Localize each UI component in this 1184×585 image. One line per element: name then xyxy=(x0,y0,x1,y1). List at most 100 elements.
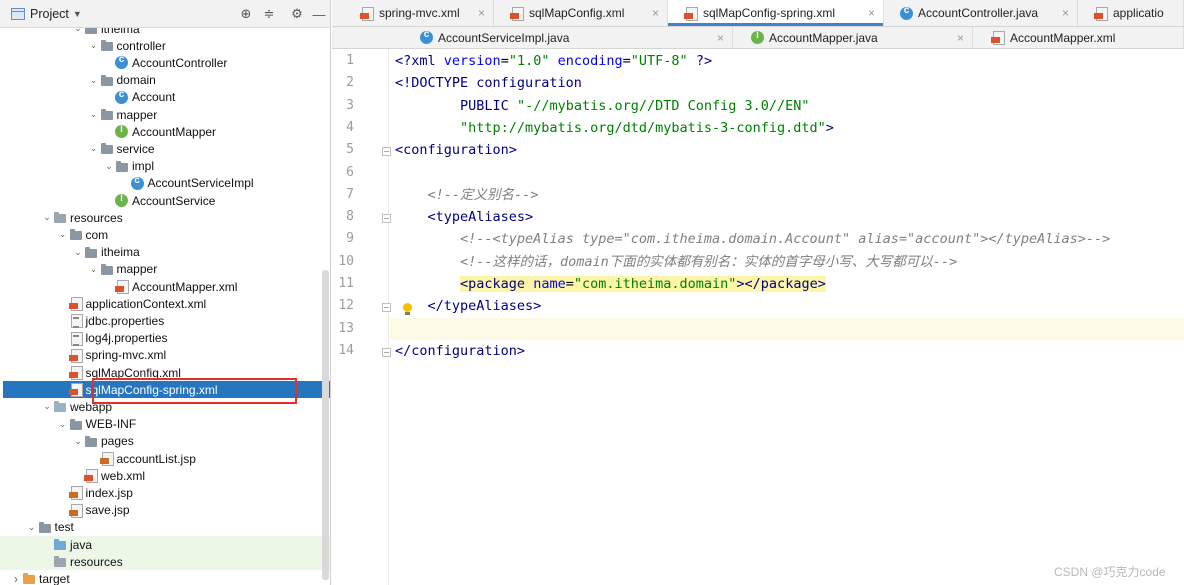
editor-tab[interactable]: AccountController.java × xyxy=(884,0,1078,26)
tree-item[interactable]: jdbc.properties xyxy=(0,312,330,329)
chevron-down-icon[interactable]: ⌄ xyxy=(88,264,100,275)
editor-tab[interactable]: sqlMapConfig-spring.xml × xyxy=(668,0,884,26)
tree-item[interactable]: AccountController xyxy=(0,54,330,71)
line-number: 12 xyxy=(338,298,354,314)
tree-item[interactable]: ⌄ webapp xyxy=(0,398,330,415)
tree-item-label: mapper xyxy=(116,262,158,277)
tab-label: AccountServiceImpl.java xyxy=(438,30,570,45)
tree-item[interactable]: ⌄ resources xyxy=(0,209,330,226)
tree-item[interactable]: ⌄ mapper xyxy=(0,106,330,123)
xml-file-icon xyxy=(510,6,524,21)
collapse-all-icon[interactable]: ≑ xyxy=(261,6,277,22)
tree-item-label: domain xyxy=(116,73,156,88)
editor-tab[interactable]: sqlMapConfig.xml × xyxy=(494,0,668,26)
chevron-down-icon[interactable]: ▼ xyxy=(73,9,82,19)
tree-item[interactable]: sqlMapConfig-spring.xml xyxy=(3,381,330,399)
tree-item[interactable]: Account xyxy=(0,89,330,106)
project-view-icon xyxy=(11,7,25,20)
chevron-down-icon[interactable]: ⌄ xyxy=(57,419,69,430)
class-icon xyxy=(130,175,144,190)
chevron-down-icon[interactable]: ⌄ xyxy=(57,229,69,240)
editor-tab[interactable]: applicatio xyxy=(1078,0,1184,26)
code-line[interactable]: <package name="com.itheima.domain"></pac… xyxy=(395,273,826,295)
code-line[interactable]: </configuration> xyxy=(395,340,525,362)
code-line[interactable]: <typeAliases> xyxy=(395,206,534,228)
code-line[interactable]: <!--定义别名--> xyxy=(395,184,539,206)
tree-item[interactable]: ⌄ mapper xyxy=(0,261,330,278)
chevron-down-icon[interactable]: ⌄ xyxy=(72,436,84,447)
code-line[interactable]: PUBLIC "-//mybatis.org//DTD Config 3.0//… xyxy=(395,95,810,117)
tree-item[interactable]: resources xyxy=(0,553,330,571)
chevron-down-icon[interactable]: ⌄ xyxy=(88,143,100,154)
tree-item[interactable]: ⌄ service xyxy=(0,140,330,157)
jsp-file-icon xyxy=(68,486,83,501)
tree-item[interactable]: AccountService xyxy=(0,192,330,209)
folder-icon xyxy=(69,418,83,431)
chevron-down-icon[interactable]: ⌄ xyxy=(26,522,38,533)
code-line[interactable]: <configuration> xyxy=(395,139,517,161)
editor-tab[interactable]: AccountMapper.java × xyxy=(733,27,973,48)
properties-file-icon xyxy=(69,314,83,329)
chevron-down-icon[interactable]: ⌄ xyxy=(103,161,115,172)
tree-item[interactable]: ⌄ com xyxy=(0,226,330,243)
tree-item[interactable]: ⌄ itheima xyxy=(0,244,330,261)
locate-icon[interactable]: ⊕ xyxy=(238,6,254,22)
tree-item[interactable]: ⌄ controller xyxy=(0,37,330,54)
close-icon[interactable]: × xyxy=(868,6,875,20)
xml-file-icon xyxy=(68,383,83,398)
tree-item[interactable]: ⌄ domain xyxy=(0,72,330,89)
tree-item[interactable]: applicationContext.xml xyxy=(0,295,330,312)
editor-tabs-row-1: spring-mvc.xml × sqlMapConfig.xml × sqlMapCo… xyxy=(332,0,1184,27)
tree-item[interactable]: ⌄ WEB-INF xyxy=(0,416,330,433)
tree-item[interactable]: ⌄ test xyxy=(0,519,330,536)
close-icon[interactable]: × xyxy=(717,31,724,45)
tree-item[interactable]: spring-mvc.xml xyxy=(0,347,330,364)
tree-item[interactable]: AccountServiceImpl xyxy=(0,175,330,192)
close-icon[interactable]: × xyxy=(1062,6,1069,20)
chevron-down-icon[interactable]: ⌄ xyxy=(72,247,84,258)
tree-item[interactable]: AccountMapper.xml xyxy=(0,278,330,295)
xml-file-icon xyxy=(991,31,1005,45)
code-line[interactable]: <!DOCTYPE configuration xyxy=(395,72,582,94)
close-icon[interactable]: × xyxy=(652,6,659,20)
chevron-down-icon[interactable]: ⌄ xyxy=(88,109,100,120)
tree-item[interactable]: AccountMapper xyxy=(0,123,330,140)
chevron-down-icon[interactable]: ⌄ xyxy=(88,40,100,51)
gear-icon[interactable]: ⚙ xyxy=(289,6,305,22)
chevron-down-icon[interactable]: ⌄ xyxy=(41,212,53,223)
tree-item-label: WEB-INF xyxy=(85,417,137,432)
tree-item[interactable]: sqlMapConfig.xml xyxy=(0,364,330,381)
tree-item[interactable]: ⌄ impl xyxy=(0,158,330,175)
editor-tab[interactable]: spring-mvc.xml × xyxy=(344,0,494,26)
chevron-down-icon[interactable]: ⌄ xyxy=(41,401,53,412)
editor-tab[interactable]: AccountMapper.xml xyxy=(973,27,1184,48)
tree-item[interactable]: index.jsp xyxy=(0,484,330,501)
close-icon[interactable]: × xyxy=(478,6,485,20)
close-icon[interactable]: × xyxy=(957,31,964,45)
project-header: Project ▼ ⊕ ≑ ⚙ — xyxy=(0,0,330,28)
tree-item[interactable]: web.xml xyxy=(0,467,330,484)
tree-item[interactable]: log4j.properties xyxy=(0,330,330,347)
chevron-down-icon[interactable]: ⌄ xyxy=(88,75,100,86)
project-scrollbar[interactable] xyxy=(322,270,329,580)
folder-icon xyxy=(100,74,114,87)
code-line[interactable]: "http://mybatis.org/dtd/mybatis-3-config… xyxy=(395,117,834,139)
code-line[interactable]: <?xml version="1.0" encoding="UTF-8" ?> xyxy=(395,50,712,72)
code-line[interactable]: </typeAliases> xyxy=(395,295,542,317)
tree-item[interactable]: java xyxy=(0,536,330,553)
tree-item-label: itheima xyxy=(101,245,140,260)
tree-item[interactable]: ⌄ pages xyxy=(0,433,330,450)
tree-item[interactable]: accountList.jsp xyxy=(0,450,330,467)
code-line[interactable]: <!--<typeAlias type="com.itheima.domain.… xyxy=(395,228,1110,250)
chevron-right-icon[interactable]: › xyxy=(10,572,22,585)
code-line[interactable]: <!--这样的话，domain下面的实体都有别名：实体的首字母小写、大写都可以-… xyxy=(395,251,957,273)
editor-tab[interactable]: AccountServiceImpl.java × xyxy=(402,27,733,48)
project-title[interactable]: Project xyxy=(30,7,69,21)
folder-icon xyxy=(38,521,52,534)
minimize-icon[interactable]: — xyxy=(311,6,327,22)
tree-item[interactable]: save.jsp xyxy=(0,502,330,519)
tab-label: AccountController.java xyxy=(918,6,1039,20)
code-editor[interactable]: <?xml version="1.0" encoding="UTF-8" ?> <… xyxy=(390,49,1184,585)
tree-item[interactable]: › target xyxy=(0,570,330,585)
line-number: 11 xyxy=(338,276,354,291)
